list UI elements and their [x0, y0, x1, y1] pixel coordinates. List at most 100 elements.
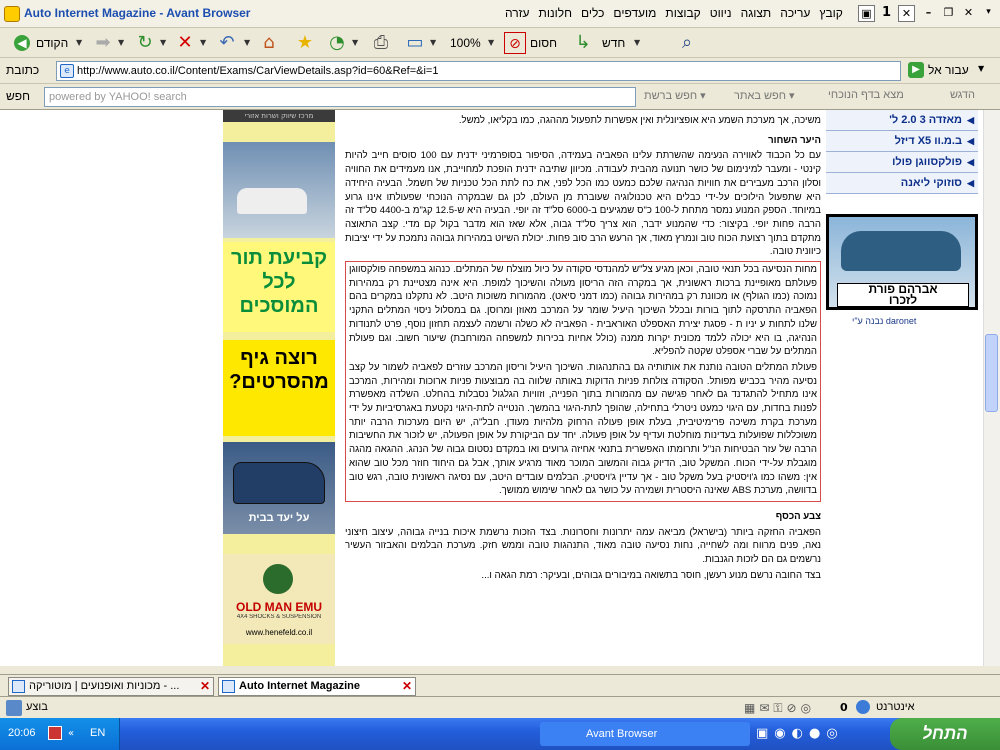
address-input[interactable]: http://www.auto.co.il/Content/Exams/CarV…: [56, 61, 901, 81]
go-button[interactable]: עבור אל: [928, 63, 969, 77]
tab-list-icon[interactable]: ▣: [858, 5, 875, 22]
fullscreen-icon[interactable]: ▭: [404, 32, 426, 54]
new-dropdown-icon[interactable]: ▼: [634, 32, 642, 54]
search-input[interactable]: powered by YAHOO! search: [44, 87, 636, 107]
back-dropdown-icon[interactable]: ▼: [76, 32, 84, 54]
back-button[interactable]: ◀ הקודם: [14, 32, 68, 54]
gif-banner[interactable]: רוצה גיף מהסרטים?: [223, 340, 335, 436]
new-button[interactable]: חדש: [602, 32, 625, 54]
oldman-emu-url: www.henefeld.co.il: [245, 628, 313, 637]
menu-windows[interactable]: חלונות: [539, 6, 572, 20]
suv-banner-text: על יעד בבית: [248, 512, 310, 524]
menu-help[interactable]: עזרה: [505, 6, 530, 20]
language-indicator[interactable]: EN: [90, 727, 105, 739]
new-window-icon[interactable]: ↳: [572, 32, 594, 54]
close-button[interactable]: ✕: [960, 5, 977, 22]
tab-label: מכוניות ואופנועים | מוטוריקה - ...: [29, 680, 180, 692]
menu-chevron-icon[interactable]: ▾: [980, 5, 997, 22]
history-dropdown-icon[interactable]: ▼: [352, 32, 360, 54]
page-search-button[interactable]: מצא בדף הנוכחי: [828, 89, 904, 101]
suv-photo-icon: [233, 462, 325, 504]
tab-close-icon[interactable]: ✕: [402, 678, 412, 695]
window-count: 1: [882, 5, 892, 20]
tab-bar: מכוניות ואופנועים | מוטוריקה - ... ✕ Aut…: [0, 674, 1000, 696]
forward-dropdown-icon[interactable]: ▼: [118, 32, 126, 54]
article-intro: משיכה, אך מערכת השמע היא אופציונלית ואין…: [458, 115, 821, 126]
zoom-dropdown-icon[interactable]: ▼: [488, 32, 496, 54]
status-bar: בוצע ▦✉⚿⊘◎ 0 אינטרנט: [0, 696, 1000, 718]
car-photo-banner[interactable]: [223, 142, 335, 238]
tab-close-icon[interactable]: ✕: [200, 678, 210, 695]
convertible-photo-icon: [841, 231, 961, 271]
fullscreen-dropdown-icon[interactable]: ▼: [430, 32, 438, 54]
back-label: הקודם: [36, 36, 69, 50]
popup-block-icon[interactable]: ⊘: [504, 32, 526, 54]
tab-motorika[interactable]: מכוניות ואופנועים | מוטוריקה - ... ✕: [8, 677, 214, 696]
menu-navigate[interactable]: ניווט: [710, 6, 732, 20]
undo-dropdown-icon[interactable]: ▼: [244, 32, 252, 54]
status-tool-icons[interactable]: ▦✉⚿⊘◎: [744, 701, 815, 716]
menu-favorites[interactable]: מועדפים: [613, 6, 656, 20]
menu-file[interactable]: קובץ: [819, 6, 842, 20]
window-title: Auto Internet Magazine - Avant Browser: [24, 6, 251, 20]
zoom-level[interactable]: 100%: [450, 32, 481, 54]
maximize-button[interactable]: ❐: [940, 5, 957, 22]
stop-dropdown-icon[interactable]: ▼: [200, 32, 208, 54]
menu-tools[interactable]: כלים: [581, 6, 604, 20]
oldman-emu-banner[interactable]: OLD MAN EMU 4X4 SHOCKS & SUSPENSION www.…: [223, 554, 335, 644]
bullet-arrow-icon: ◀: [967, 136, 974, 146]
site-search-label: חפש באתר: [734, 90, 786, 102]
memorial-ad[interactable]: אברהם פורת לזכרו: [826, 214, 978, 310]
site-search-button[interactable]: חפש באתר ▾: [734, 89, 795, 102]
highlighted-block: מחות הנסיעה בכל תנאי טובה, וכאן מגיע צל"…: [345, 261, 821, 502]
refresh-icon[interactable]: ↻: [134, 32, 156, 54]
forward-arrow-icon[interactable]: ➡: [92, 32, 114, 54]
sidebar-item-label: פולקסווגן פולו: [892, 156, 962, 168]
sidebar-item-suzuki-liana[interactable]: ◀ סוזוקי ליאנה: [826, 173, 978, 194]
tray-chevron-icon[interactable]: «: [68, 728, 74, 739]
daronet-credit[interactable]: נבנה ע"י daronet: [852, 316, 916, 326]
related-cars-menu: ◀ מאזדה 3 2.0 ל' ◀ ב.מ.וו X5 דיזל ◀ פולקסוו…: [826, 110, 980, 194]
go-arrow-icon[interactable]: ▶: [908, 62, 924, 78]
binoculars-icon[interactable]: ⌕: [676, 32, 698, 54]
sidebar-item-mazda3[interactable]: ◀ מאזדה 3 2.0 ל': [826, 110, 978, 131]
emu-logo-icon: [263, 564, 293, 594]
minimize-button[interactable]: –: [920, 5, 937, 22]
queue-banner-text: קביעת תור לכל המוסכים: [230, 247, 328, 317]
history-icon[interactable]: ◔: [326, 32, 348, 54]
home-icon[interactable]: ⌂: [258, 32, 280, 54]
close-tab-icon[interactable]: ✕: [898, 5, 915, 22]
quick-launch-icons[interactable]: ▣◉◐●◎: [756, 726, 844, 741]
sidebar-item-vw-polo[interactable]: ◀ פולקסווגן פולו: [826, 152, 978, 173]
bullet-arrow-icon: ◀: [967, 157, 974, 167]
taskbar-item-avant[interactable]: Avant Browser: [540, 722, 750, 746]
sidebar-item-bmw-x5[interactable]: ◀ ב.מ.וו X5 דיזל: [826, 131, 978, 152]
block-button[interactable]: חסום: [530, 32, 557, 54]
tray-app-icon[interactable]: [48, 726, 62, 740]
title-bar: Auto Internet Magazine - Avant Browser ק…: [0, 0, 1000, 28]
scrollbar-thumb[interactable]: [985, 334, 998, 412]
gif-banner-text: רוצה גיף מהסרטים?: [229, 347, 329, 393]
go-dropdown-icon[interactable]: ▼: [978, 64, 984, 73]
sidebar-item-label: סוזוקי ליאנה: [900, 177, 962, 189]
search-bar: חפש powered by YAHOO! search חפש ברשת ▾ …: [0, 84, 1000, 110]
web-search-button[interactable]: חפש ברשת ▾: [644, 89, 706, 102]
tab-auto-internet-magazine[interactable]: Auto Internet Magazine ✕: [218, 677, 416, 696]
start-button[interactable]: התחל: [890, 718, 1000, 750]
refresh-dropdown-icon[interactable]: ▼: [160, 32, 168, 54]
menu-groups[interactable]: קבוצות: [665, 6, 700, 20]
print-icon[interactable]: ⎙: [370, 32, 392, 54]
stop-icon[interactable]: ✕: [174, 32, 196, 54]
clock[interactable]: 20:06: [8, 727, 36, 739]
suv-banner[interactable]: על יעד בבית: [223, 442, 335, 534]
highlight-paragraph-2: פעולת המתלים הטובה נותנת את אותותיה גם ב…: [349, 361, 817, 497]
favorites-star-icon[interactable]: ★: [294, 32, 316, 54]
highlight-button[interactable]: הדגש: [950, 89, 975, 101]
queue-banner[interactable]: קביעת תור לכל המוסכים: [223, 242, 335, 332]
undo-close-icon[interactable]: ↶: [216, 32, 238, 54]
menu-bar: קובץ עריכה תצוגה ניווט קבוצות מועדפים כלים חלונ…: [496, 6, 843, 20]
menu-view[interactable]: תצוגה: [741, 6, 772, 20]
car-photo-icon: [237, 188, 307, 214]
memorial-caption: אברהם פורת לזכרו: [837, 283, 969, 307]
menu-edit[interactable]: עריכה: [780, 6, 810, 20]
